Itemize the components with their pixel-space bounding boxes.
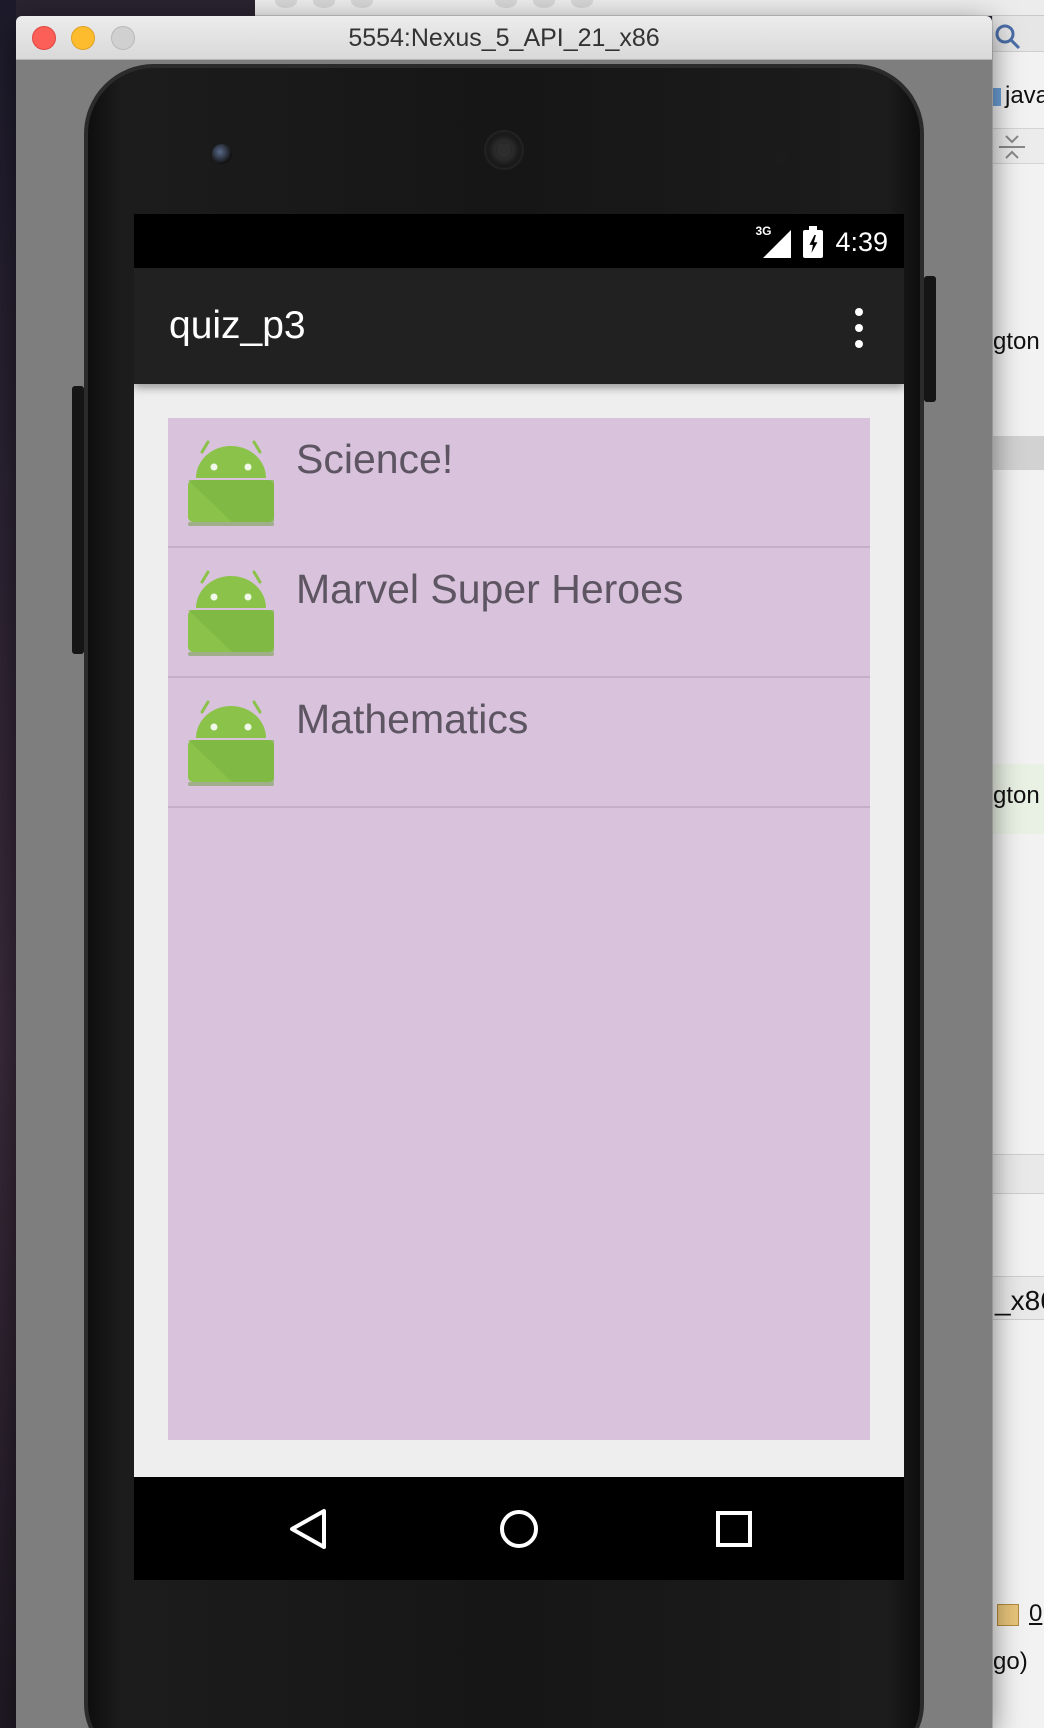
android-robot-icon — [188, 570, 274, 656]
android-robot-icon — [188, 440, 274, 526]
java-file-icon — [993, 88, 1001, 106]
light-sensor — [808, 155, 816, 163]
navigation-bar — [134, 1477, 904, 1580]
ide-device-label: _x86 — [995, 1285, 1044, 1316]
ide-code-line: gton — [993, 328, 1040, 355]
window-title: 5554:Nexus_5_API_21_x86 — [348, 24, 660, 52]
background-window-strip — [255, 0, 1044, 16]
ide-selected-row — [993, 436, 1044, 470]
android-robot-icon — [188, 700, 274, 786]
status-bar: 3G 4:39 — [134, 214, 904, 268]
home-circle-icon[interactable] — [496, 1507, 542, 1551]
ide-side-panel: java gton gton _x86 0 go) — [992, 16, 1044, 1728]
more-vertical-icon[interactable] — [844, 308, 874, 348]
category-list: Science! Marvel Super Heroes Mathematics — [168, 418, 870, 1440]
desktop-background — [0, 0, 16, 1728]
ide-toolbar — [993, 16, 1044, 52]
ide-device-row: _x86 — [993, 1276, 1044, 1320]
list-item-marvel[interactable]: Marvel Super Heroes — [168, 548, 870, 678]
search-icon[interactable] — [993, 22, 1021, 50]
background-window-buttons-2 — [495, 0, 593, 8]
collapse-icon[interactable] — [997, 132, 1027, 162]
event-log-icon[interactable] — [997, 1604, 1019, 1626]
phone-volume-button[interactable] — [72, 386, 84, 654]
ide-event-count[interactable]: 0 — [1029, 1600, 1042, 1628]
list-item-mathematics[interactable]: Mathematics — [168, 678, 870, 808]
list-item-label: Mathematics — [296, 696, 529, 742]
ide-bottom-text: go) — [993, 1648, 1028, 1675]
app-title: quiz_p3 — [169, 304, 306, 347]
background-window-buttons — [275, 0, 373, 8]
ide-tab-label: java — [1005, 82, 1044, 109]
recents-square-icon[interactable] — [710, 1507, 756, 1551]
back-triangle-icon[interactable] — [286, 1507, 332, 1551]
list-item-label: Marvel Super Heroes — [296, 566, 684, 612]
window-titlebar: 5554:Nexus_5_API_21_x86 — [16, 16, 992, 60]
front-camera — [212, 144, 232, 164]
phone-power-button[interactable] — [924, 276, 936, 402]
phone-screen: 3G 4:39 quiz_p3 Science! Marvel Super He… — [134, 214, 904, 1580]
ide-tool-window-header — [993, 1154, 1044, 1194]
content-area: Science! Marvel Super Heroes Mathematics — [134, 384, 904, 1477]
status-clock: 4:39 — [835, 226, 888, 257]
ide-status-row: 0 — [993, 1598, 1044, 1634]
list-item-label: Science! — [296, 436, 454, 482]
emulator-window: 5554:Nexus_5_API_21_x86 3G 4:39 quiz_p3 — [16, 16, 992, 1728]
list-item-science[interactable]: Science! — [168, 418, 870, 548]
proximity-sensor — [774, 152, 788, 166]
battery-charging-icon — [803, 226, 824, 258]
signal-icon: 3G — [755, 224, 792, 258]
ide-code-line-2: gton — [993, 782, 1040, 809]
ide-file-tab[interactable]: java — [993, 80, 1044, 114]
ide-structure-toolbar — [993, 128, 1044, 164]
earpiece-speaker — [484, 130, 524, 170]
app-bar: quiz_p3 — [134, 268, 904, 384]
